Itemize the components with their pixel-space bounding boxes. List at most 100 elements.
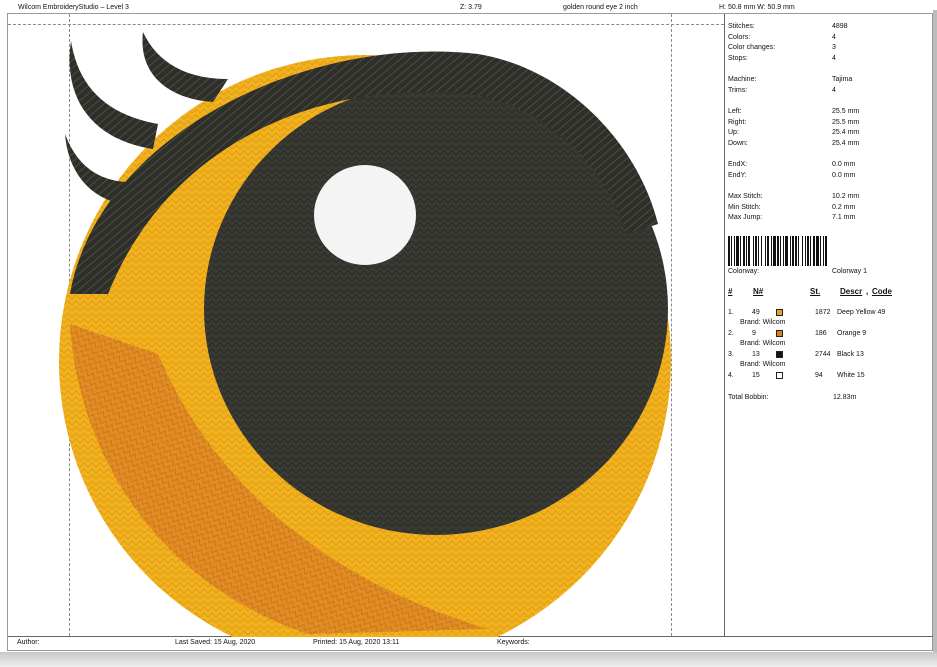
stat-value: 4898	[832, 23, 848, 30]
stat-value: 4	[832, 55, 836, 62]
col-header-separator: ,	[866, 287, 869, 296]
stat-value: Tajima	[832, 76, 853, 83]
footer-printed: Printed: 15 Aug, 2020 13:11	[313, 639, 400, 646]
col-header-stitches: St.	[810, 287, 821, 296]
stat-value: 0.0 mm	[832, 161, 856, 168]
thread-index: 3.	[728, 351, 734, 358]
thread-description: Deep Yellow 49	[837, 309, 886, 316]
footer-last-saved: Last Saved: 15 Aug, 2020	[175, 639, 256, 646]
lash-spike-2	[142, 32, 228, 102]
stat-row: EndX: 0.0 mm	[728, 160, 928, 169]
thread-number: 49	[752, 309, 760, 316]
stat-value: 3	[832, 44, 836, 51]
thread-index: 1.	[728, 309, 734, 316]
golden-eye-design	[59, 32, 671, 637]
barcode-image	[728, 236, 827, 266]
thread-brand: Brand: Wilcom	[728, 360, 928, 370]
thread-color-swatch	[776, 372, 783, 379]
stat-value: 4	[832, 87, 836, 94]
stat-label: EndY:	[728, 172, 747, 179]
thread-row: 2. 9 186 Orange 9	[728, 329, 928, 339]
total-bobbin-row: Total Bobbin: 12.83m	[728, 393, 928, 403]
stat-row: Stitches: 4898	[728, 22, 928, 31]
stat-label: Left:	[728, 108, 742, 115]
thread-stitches: 186	[815, 330, 827, 337]
stat-label: Max Jump:	[728, 214, 763, 221]
colorway-value: Colorway 1	[832, 268, 868, 275]
stat-label: Stitches:	[728, 23, 755, 30]
white-highlight	[314, 165, 416, 265]
col-header-number: N#	[753, 287, 764, 296]
stat-label: Down:	[728, 140, 748, 147]
thread-color-swatch	[776, 309, 783, 316]
colorway-label: Colorway:	[728, 268, 760, 275]
stat-row: Max Jump: 7.1 mm	[728, 213, 928, 222]
stat-label: Up:	[728, 129, 739, 136]
stat-value: 25.4 mm	[832, 129, 860, 136]
stat-label: Min Stitch:	[728, 204, 761, 211]
stat-row: Left: 25.5 mm	[728, 107, 928, 116]
thread-description: White 15	[837, 372, 865, 379]
stat-row: Max Stitch: 10.2 mm	[728, 192, 928, 201]
thread-row: 3. 13 2744 Black 13	[728, 350, 928, 360]
thread-stitches: 1872	[815, 309, 831, 316]
thread-description: Orange 9	[837, 330, 867, 337]
thread-color-swatch	[776, 351, 783, 358]
stat-row: Up: 25.4 mm	[728, 128, 928, 137]
stat-value: 25.4 mm	[832, 140, 860, 147]
stat-row: Min Stitch: 0.2 mm	[728, 203, 928, 212]
thread-row: 1. 49 1872 Deep Yellow 49	[728, 308, 928, 318]
footer-keywords: Keywords:	[497, 639, 530, 646]
thread-number: 15	[752, 372, 760, 379]
stat-label: Trims:	[728, 87, 748, 94]
stat-label: Colors:	[728, 34, 751, 41]
stat-value: 4	[832, 34, 836, 41]
stat-row: Stops: 4	[728, 54, 928, 63]
stat-label: Stops:	[728, 55, 748, 62]
thread-brand-text: Brand: Wilcom	[740, 340, 786, 347]
footer-author: Author:	[17, 639, 40, 646]
thread-row: 4. 15 94 White 15	[728, 371, 928, 381]
stat-row: EndY: 0.0 mm	[728, 171, 928, 180]
design-canvas[interactable]	[8, 24, 724, 637]
stat-label: EndX:	[728, 161, 748, 168]
zoom-level: Z: 3.79	[460, 4, 482, 11]
app-title: Wilcom EmbroideryStudio – Level 3	[18, 4, 129, 11]
thread-brand-text: Brand: Wilcom	[740, 319, 786, 326]
thread-index: 2.	[728, 330, 734, 337]
thread-stitches: 94	[815, 372, 823, 379]
col-header-index: #	[728, 287, 733, 296]
print-preview-page: Wilcom EmbroideryStudio – Level 3 Z: 3.7…	[0, 0, 937, 667]
stat-value: 7.1 mm	[832, 214, 856, 221]
thread-brand: Brand: Wilcom	[728, 318, 928, 328]
stat-row: Color changes: 3	[728, 43, 928, 52]
col-header-code: Code	[872, 287, 892, 296]
thread-description: Black 13	[837, 351, 864, 358]
thread-brand: Brand: Wilcom	[728, 339, 928, 349]
thread-color-swatch	[776, 330, 783, 337]
stat-label: Max Stitch:	[728, 193, 763, 200]
total-bobbin-label: Total Bobbin:	[728, 394, 769, 401]
stat-value: 0.0 mm	[832, 172, 856, 179]
col-header-descr: Descr	[840, 287, 863, 296]
stat-label: Machine:	[728, 76, 757, 83]
stat-row: Colors: 4	[728, 33, 928, 42]
thread-index: 4.	[728, 372, 734, 379]
thread-brand-text: Brand: Wilcom	[740, 361, 786, 368]
stat-value: 25.5 mm	[832, 119, 860, 126]
stat-value: 10.2 mm	[832, 193, 860, 200]
thread-number: 13	[752, 351, 760, 358]
stat-row: Trims: 4	[728, 86, 928, 95]
stat-label: Right:	[728, 119, 747, 126]
design-name: golden round eye 2 inch	[563, 4, 638, 11]
stat-value: 0.2 mm	[832, 204, 856, 211]
colorway-row: Colorway: Colorway 1	[728, 267, 928, 276]
design-info-panel: Stitches: 4898 Colors: 4 Color changes: 3 Stop…	[725, 14, 932, 636]
design-dimensions: H: 50.8 mm W: 50.9 mm	[719, 4, 795, 11]
stat-row: Machine: Tajima	[728, 75, 928, 84]
thread-stitches: 2744	[815, 351, 831, 358]
page-shadow-right	[933, 10, 937, 660]
stat-row: Down: 25.4 mm	[728, 139, 928, 148]
stat-value: 25.5 mm	[832, 108, 860, 115]
page-shadow-bottom	[0, 652, 937, 667]
